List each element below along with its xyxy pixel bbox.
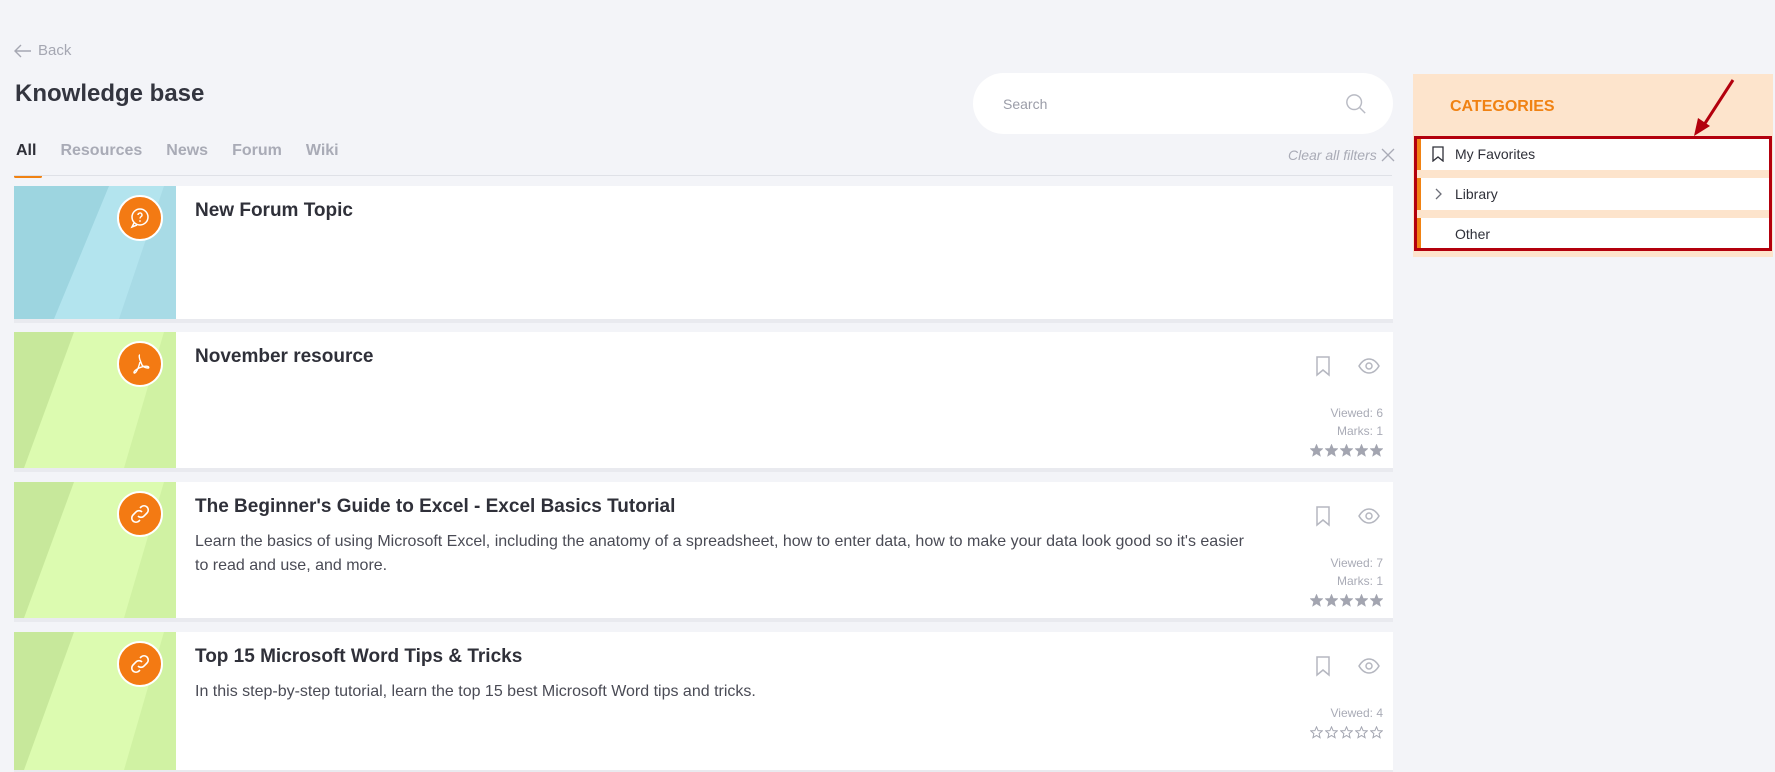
item-description: In this step-by-step tutorial, learn the…	[195, 683, 756, 700]
item-actions	[1311, 504, 1381, 528]
viewed-count: Viewed: 7	[1330, 556, 1383, 570]
item-stats: Viewed: 7 Marks: 1	[1310, 554, 1383, 607]
tab-all[interactable]: All	[14, 138, 43, 178]
tab-forum[interactable]: Forum	[232, 138, 282, 176]
bookmark-icon	[1421, 146, 1455, 162]
category-label: Library	[1455, 186, 1498, 202]
category-label: Other	[1455, 226, 1491, 242]
tabs-divider	[14, 175, 1392, 176]
list-item[interactable]: The Beginner's Guide to Excel - Excel Ba…	[14, 482, 1393, 622]
clear-filters-button[interactable]: Clear all filters	[1288, 147, 1395, 163]
chevron-right-icon[interactable]	[1421, 186, 1455, 202]
star-icon[interactable]	[1370, 444, 1383, 457]
categories-title: CATEGORIES	[1450, 98, 1555, 115]
item-title[interactable]: New Forum Topic	[195, 200, 353, 222]
item-thumbnail	[14, 332, 176, 468]
item-thumbnail	[14, 632, 176, 770]
tab-resources[interactable]: Resources	[60, 138, 142, 176]
star-icon[interactable]	[1355, 594, 1368, 607]
star-icon[interactable]	[1370, 726, 1383, 739]
star-icon[interactable]	[1310, 726, 1323, 739]
clear-filters-label: Clear all filters	[1288, 147, 1377, 163]
eye-icon[interactable]	[1357, 354, 1381, 378]
item-actions	[1311, 354, 1381, 378]
category-library[interactable]: Library	[1417, 178, 1770, 210]
item-title[interactable]: Top 15 Microsoft Word Tips & Tricks	[195, 646, 522, 668]
search-icon[interactable]	[1345, 93, 1367, 115]
back-link[interactable]: Back	[14, 42, 71, 59]
category-my-favorites[interactable]: My Favorites	[1417, 138, 1770, 170]
filter-tabs: All Resources News Forum Wiki	[14, 138, 344, 178]
forum-question-icon	[117, 195, 163, 241]
rating-stars[interactable]	[1310, 726, 1383, 739]
item-title[interactable]: The Beginner's Guide to Excel - Excel Ba…	[195, 496, 675, 518]
item-title[interactable]: November resource	[195, 346, 373, 368]
eye-icon[interactable]	[1357, 654, 1381, 678]
star-icon[interactable]	[1325, 726, 1338, 739]
star-icon[interactable]	[1310, 444, 1323, 457]
star-icon[interactable]	[1340, 444, 1353, 457]
list-item[interactable]: Top 15 Microsoft Word Tips & Tricks In t…	[14, 632, 1393, 772]
list-item[interactable]: New Forum Topic	[14, 186, 1393, 323]
viewed-count: Viewed: 4	[1330, 706, 1383, 720]
eye-icon[interactable]	[1357, 504, 1381, 528]
close-icon	[1381, 148, 1395, 162]
marks-count: Marks: 1	[1336, 424, 1383, 438]
page-title: Knowledge base	[15, 80, 205, 107]
bookmark-icon[interactable]	[1311, 354, 1335, 378]
item-stats: Viewed: 6 Marks: 1	[1310, 404, 1383, 457]
item-stats: Viewed: 4	[1310, 704, 1383, 739]
star-icon[interactable]	[1370, 594, 1383, 607]
star-icon[interactable]	[1325, 594, 1338, 607]
viewed-count: Viewed: 6	[1330, 406, 1383, 420]
item-description: Learn the basics of using Microsoft Exce…	[195, 533, 1244, 574]
category-label: My Favorites	[1455, 146, 1536, 162]
search-box	[973, 73, 1393, 134]
link-icon	[117, 641, 163, 687]
item-thumbnail	[14, 482, 176, 618]
item-thumbnail	[14, 186, 176, 319]
category-other[interactable]: Other	[1417, 218, 1770, 250]
star-icon[interactable]	[1355, 444, 1368, 457]
star-icon[interactable]	[1340, 726, 1353, 739]
item-actions	[1311, 654, 1381, 678]
arrow-left-icon	[14, 44, 31, 57]
tab-wiki[interactable]: Wiki	[306, 138, 339, 176]
pdf-icon	[117, 341, 163, 387]
search-input[interactable]	[1003, 95, 1345, 112]
tab-news[interactable]: News	[166, 138, 208, 176]
rating-stars[interactable]	[1310, 594, 1383, 607]
star-icon[interactable]	[1325, 444, 1338, 457]
list-item[interactable]: November resource Viewed: 6 Marks: 1	[14, 332, 1393, 472]
star-icon[interactable]	[1310, 594, 1323, 607]
star-icon[interactable]	[1340, 594, 1353, 607]
categories-panel: CATEGORIES My Favorites Library Other	[1413, 74, 1773, 257]
star-icon[interactable]	[1355, 726, 1368, 739]
marks-count: Marks: 1	[1336, 574, 1383, 588]
link-icon	[117, 491, 163, 537]
rating-stars[interactable]	[1310, 444, 1383, 457]
back-label: Back	[38, 42, 72, 59]
bookmark-icon[interactable]	[1311, 654, 1335, 678]
bookmark-icon[interactable]	[1311, 504, 1335, 528]
